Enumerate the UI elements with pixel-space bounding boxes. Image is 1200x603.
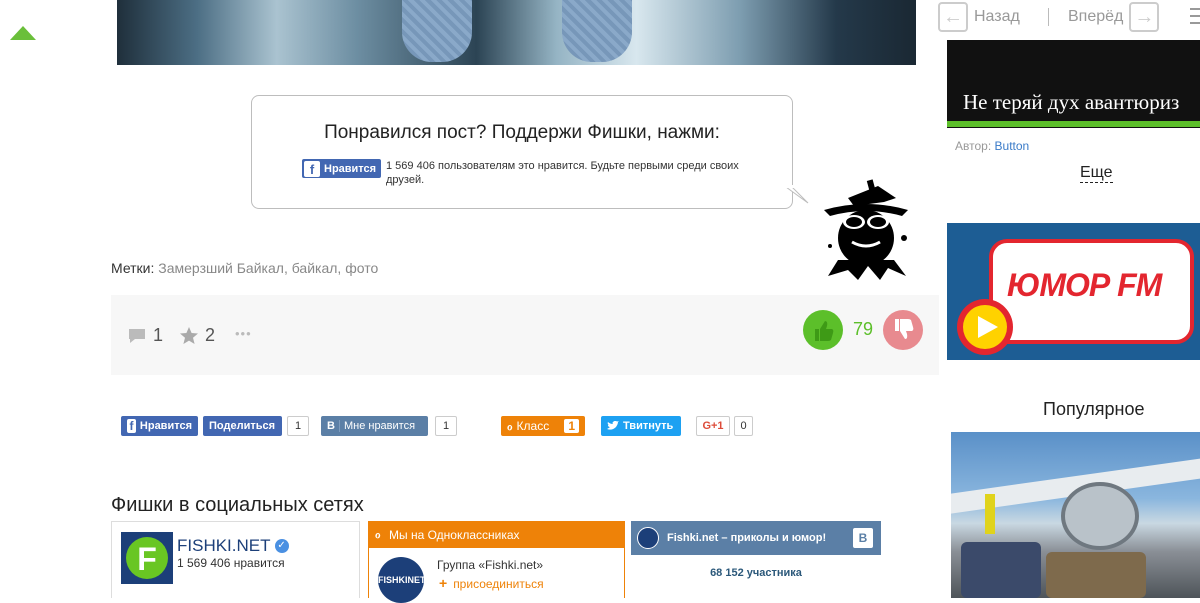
nav-forward-button[interactable]: Вперёд → bbox=[1068, 2, 1160, 32]
fishki-group-avatar: FISHKINET bbox=[378, 557, 426, 603]
twitter-tweet-label: Твитнуть bbox=[623, 420, 674, 432]
popular-post-image[interactable] bbox=[951, 432, 1200, 598]
vk-like-label: Мне нравится bbox=[343, 420, 416, 432]
odnoklassniki-class-label: Класс bbox=[516, 419, 550, 433]
luggage bbox=[1046, 552, 1146, 598]
odnoklassniki-group-widget[interactable]: ℴ Мы на Одноклассниках FISHKINET Группа … bbox=[368, 521, 625, 603]
google-plus-button[interactable]: G+1 bbox=[696, 416, 730, 436]
promo-author: Автор: Button bbox=[955, 139, 1029, 153]
vk-like-button[interactable]: В Мне нравится bbox=[321, 416, 428, 436]
humor-fm-logo-text: ЮМОР FM bbox=[1007, 267, 1162, 303]
vk-widget-header: Fishki.net – приколы и юмор! В bbox=[631, 521, 881, 555]
odnoklassniki-join-text: присоединиться bbox=[453, 577, 544, 591]
luggage bbox=[961, 542, 1041, 598]
twitter-tweet-button[interactable]: Твитнуть bbox=[601, 416, 681, 436]
facebook-share-button[interactable]: Поделиться bbox=[203, 416, 282, 436]
twitter-bird-icon bbox=[607, 421, 619, 430]
post-stats-bar: 1 2 ••• 79 bbox=[111, 295, 939, 375]
vk-icon: В bbox=[327, 420, 340, 432]
author-label: Автор: bbox=[955, 139, 992, 153]
popular-section-title: Популярное bbox=[1043, 399, 1145, 419]
comments-count: 1 bbox=[153, 325, 164, 345]
odnoklassniki-group-name[interactable]: Группа «Fishki.net» bbox=[437, 558, 543, 572]
nav-back-button[interactable]: ← Назад bbox=[938, 2, 1020, 32]
social-section-title: Фишки в социальных сетях bbox=[111, 494, 364, 516]
facebook-page-name-text: FISHKI.NET bbox=[177, 536, 271, 555]
support-prompt-title: Понравился пост? Поддержи Фишки, нажми: bbox=[324, 122, 720, 143]
post-image bbox=[117, 0, 916, 65]
odnoklassniki-class-button[interactable]: ℴ Класс 1 bbox=[501, 416, 585, 436]
nav-forward-label: Вперёд bbox=[1068, 8, 1124, 25]
tag-link[interactable]: байкал bbox=[292, 260, 338, 276]
comments-stat[interactable]: 1 bbox=[127, 325, 163, 346]
more-options-icon[interactable]: ••• bbox=[235, 326, 252, 341]
odnoklassniki-join-link[interactable]: + присоединиться bbox=[439, 575, 544, 591]
thumbs-down-icon bbox=[895, 319, 914, 339]
facebook-page-name[interactable]: FISHKI.NET ✓ bbox=[177, 536, 289, 556]
facebook-share-count: 1 bbox=[287, 416, 309, 436]
favorites-count: 2 bbox=[205, 325, 216, 345]
arrow-right-icon: → bbox=[1129, 2, 1160, 32]
odnoklassniki-icon: ℴ bbox=[375, 527, 381, 541]
airplane-engine bbox=[1061, 482, 1139, 550]
facebook-page-likes: 1 569 406 нравится bbox=[177, 556, 285, 570]
vk-like-count: 1 bbox=[435, 416, 457, 436]
odnoklassniki-widget-header: ℴ Мы на Одноклассниках bbox=[369, 522, 624, 548]
vk-logo-icon: В bbox=[853, 528, 873, 548]
sidebar-promo-accent bbox=[947, 121, 1200, 127]
comment-icon bbox=[129, 328, 145, 343]
post-tags: Метки: Замерзший Байкал, байкал, фото bbox=[111, 260, 378, 276]
nav-divider bbox=[1048, 8, 1049, 26]
facebook-page-widget[interactable]: F FISHKI.NET ✓ 1 569 406 нравится bbox=[111, 521, 360, 598]
facebook-like-button[interactable]: f Нравится bbox=[302, 159, 382, 178]
tag-separator: , bbox=[283, 260, 292, 276]
scroll-up-icon[interactable] bbox=[10, 26, 36, 40]
dislike-button[interactable] bbox=[883, 310, 923, 350]
odnoklassniki-header-text: Мы на Одноклассниках bbox=[389, 528, 520, 542]
facebook-share-label: Поделиться bbox=[209, 420, 276, 432]
plus-icon: + bbox=[439, 575, 448, 591]
odnoklassniki-class-count: 1 bbox=[564, 419, 579, 433]
menu-icon[interactable] bbox=[1188, 5, 1200, 27]
tag-link[interactable]: фото bbox=[345, 260, 378, 276]
play-icon bbox=[978, 316, 998, 338]
star-icon bbox=[180, 326, 198, 344]
likes-count: 79 bbox=[853, 319, 874, 339]
vk-group-title[interactable]: Fishki.net – приколы и юмор! bbox=[667, 532, 826, 544]
facebook-icon: f bbox=[127, 419, 136, 433]
facebook-like-count-text: 1 569 406 пользователям это нравится. Бу… bbox=[386, 160, 739, 186]
support-prompt-box: Понравился пост? Поддержи Фишки, нажми: … bbox=[251, 95, 793, 209]
facebook-like-share-button[interactable]: f Нравится bbox=[121, 416, 198, 436]
vk-group-widget[interactable]: Fishki.net – приколы и юмор! В 68 152 уч… bbox=[631, 521, 881, 598]
worker-figure bbox=[985, 494, 995, 534]
thumbs-up-icon bbox=[815, 321, 834, 341]
like-button[interactable] bbox=[803, 310, 843, 350]
humor-fm-banner[interactable]: ЮМОР FM bbox=[947, 223, 1200, 360]
facebook-like-label: Нравится bbox=[139, 420, 192, 432]
odnoklassniki-icon: ℴ bbox=[507, 419, 513, 433]
tag-link[interactable]: Замерзший Байкал bbox=[158, 260, 284, 276]
fishki-group-avatar bbox=[637, 527, 659, 549]
fishki-mascot-icon bbox=[824, 179, 908, 280]
verified-badge-icon: ✓ bbox=[274, 539, 289, 553]
play-button[interactable] bbox=[957, 299, 1013, 355]
vk-members-count: 68 152 участника bbox=[710, 567, 802, 579]
tags-label: Метки: bbox=[111, 260, 155, 276]
sidebar-promo-banner[interactable]: Не теряй дух авантюриз bbox=[947, 40, 1200, 128]
speech-bubble-tail bbox=[786, 185, 809, 204]
arrow-left-icon: ← bbox=[938, 2, 968, 32]
fishki-logo: F bbox=[121, 532, 173, 584]
sidebar-promo-text: Не теряй дух авантюриз bbox=[963, 90, 1180, 114]
author-link[interactable]: Button bbox=[995, 139, 1030, 153]
nav-back-label: Назад bbox=[974, 8, 1020, 25]
facebook-icon: f bbox=[304, 160, 320, 177]
more-link[interactable]: Еще bbox=[1080, 164, 1113, 183]
favorites-stat[interactable]: 2 bbox=[179, 325, 215, 346]
google-plus-count: 0 bbox=[734, 416, 753, 436]
